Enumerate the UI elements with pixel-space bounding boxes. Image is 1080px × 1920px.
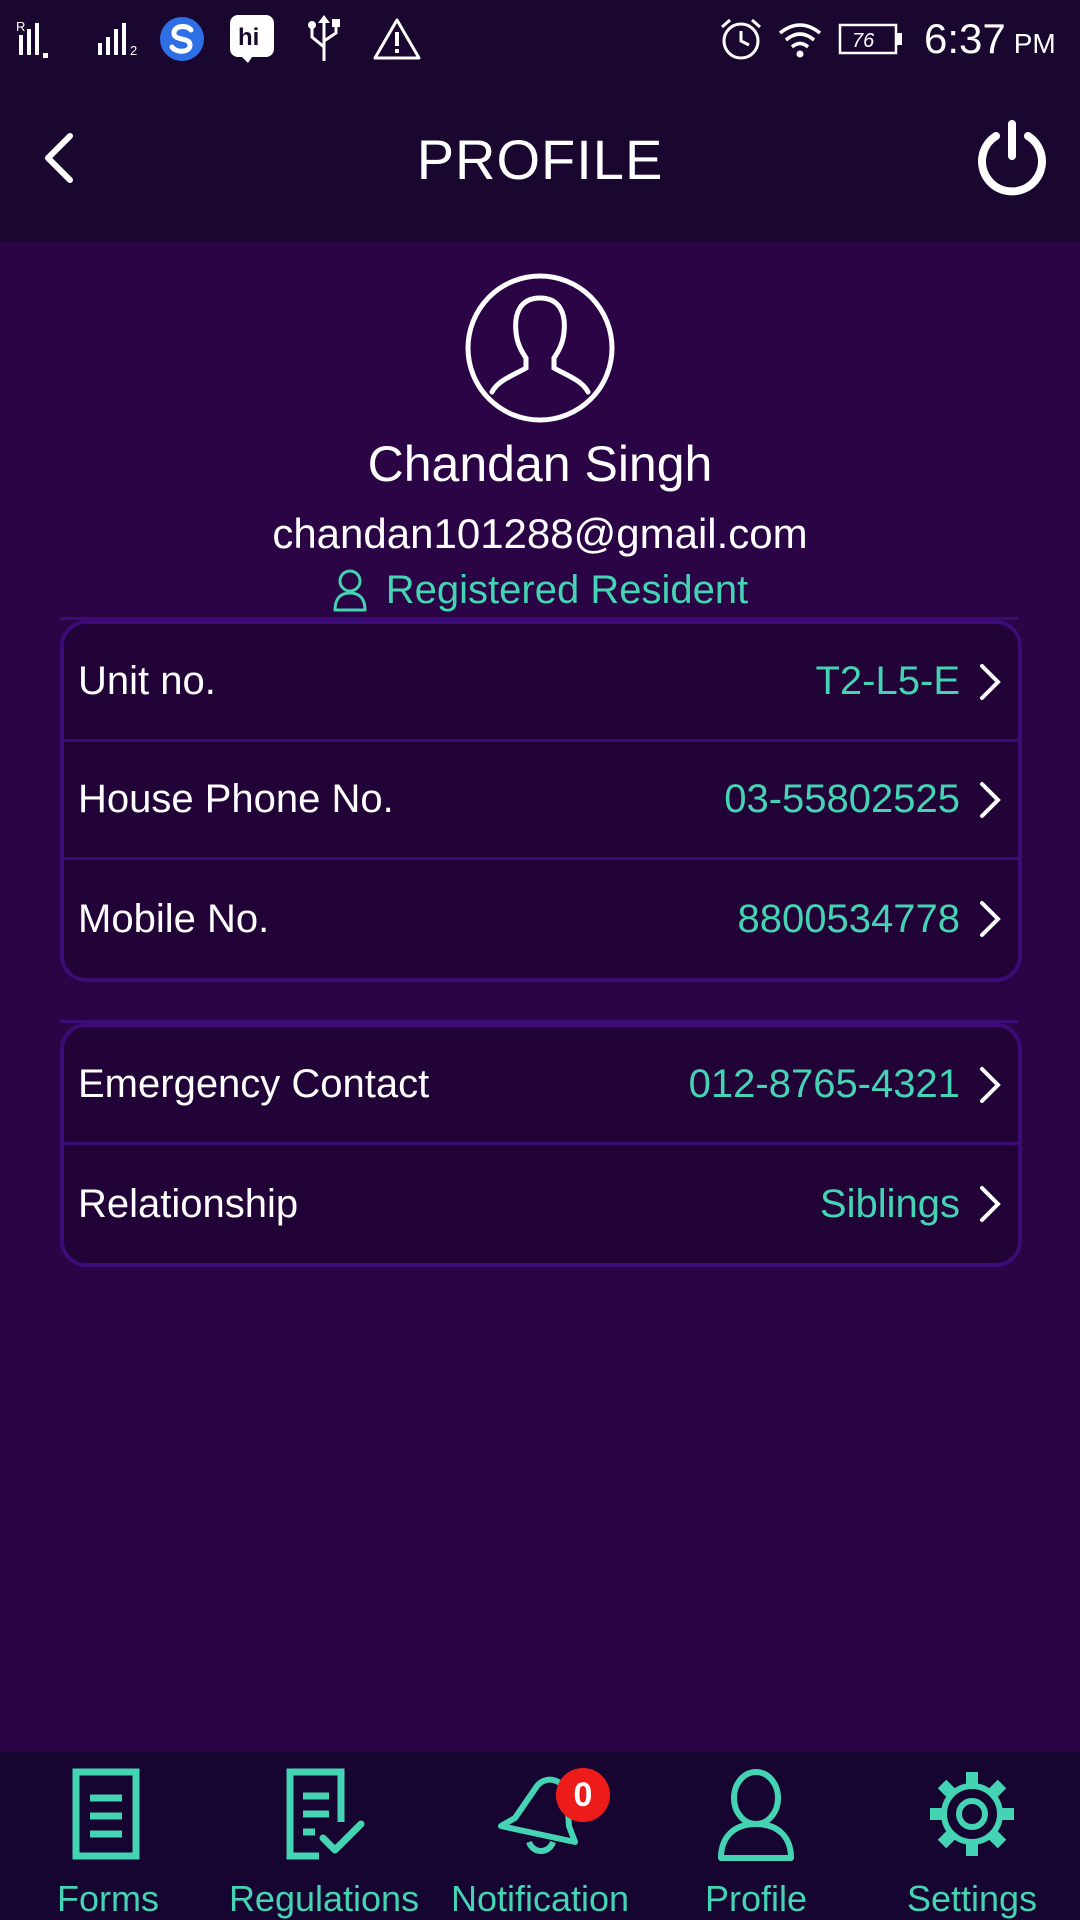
row-value: Siblings (819, 1181, 960, 1226)
battery-icon: 76 (838, 0, 904, 78)
nav-label: Forms (57, 1878, 159, 1919)
nav-profile[interactable]: Profile (648, 1752, 864, 1920)
power-icon (978, 120, 1046, 196)
nav-regulations[interactable]: Regulations (216, 1752, 432, 1920)
gear-icon (930, 1772, 1014, 1856)
forms-icon (72, 1768, 140, 1860)
svg-text:R: R (16, 19, 25, 34)
regulations-icon (286, 1768, 365, 1860)
chevron-right-icon (980, 1066, 1001, 1103)
row-value: 03-55802525 (724, 777, 960, 821)
nav-label: Notification (450, 1878, 630, 1919)
svg-text:2: 2 (130, 43, 137, 58)
chevron-right-icon (980, 781, 1001, 818)
s-app-icon (158, 0, 206, 78)
chevron-right-icon (980, 1186, 1001, 1222)
user-role: Registered Resident (0, 560, 1080, 620)
profile-icon (718, 1769, 794, 1861)
nav-label: Profile (704, 1878, 808, 1919)
alarm-icon (718, 0, 764, 78)
notification-badge: 0 (556, 1768, 610, 1822)
user-email: chandan101288@gmail.com (272, 510, 808, 557)
nav-label: Regulations (228, 1878, 420, 1919)
emergency-card: Emergency Contact 012-8765-4321 Relation… (60, 1023, 1022, 1267)
row-value: 8800534778 (737, 896, 960, 941)
row-label: House Phone No. (78, 777, 394, 821)
emergency-contact-row[interactable]: Emergency Contact 012-8765-4321 (64, 1027, 1018, 1145)
usb-icon (304, 0, 344, 78)
mobile-no-row[interactable]: Mobile No. 8800534778 (64, 860, 1018, 978)
user-name: Chandan Singh (367, 436, 713, 492)
row-label: Relationship (78, 1181, 299, 1226)
clock-ampm: PM (1013, 28, 1056, 59)
row-label: Unit no. (78, 659, 216, 703)
chevron-right-icon (980, 663, 1001, 700)
signal-r-icon: R (16, 0, 64, 78)
nav-notification[interactable]: 0 Notification (432, 1752, 648, 1920)
nav-label: Settings (906, 1878, 1038, 1919)
svg-text:hi: hi (238, 24, 259, 51)
warning-icon (372, 0, 422, 78)
clock: 6:37 PM (924, 0, 1056, 78)
status-bar: R 2 hi 76 6:37 PM (0, 0, 1080, 78)
row-label: Emergency Contact (78, 1062, 430, 1106)
signal-2-icon: 2 (96, 0, 148, 78)
page-title: PROFILE (416, 128, 664, 191)
avatar[interactable] (464, 272, 616, 424)
person-icon (333, 569, 367, 612)
logout-button[interactable] (970, 116, 1054, 200)
hi-app-icon: hi (228, 0, 276, 78)
clock-time: 6:37 (924, 15, 1006, 62)
row-value: T2-L5-E (815, 659, 961, 703)
relationship-row[interactable]: Relationship Siblings (64, 1145, 1018, 1263)
app-bar: PROFILE (0, 78, 1080, 242)
nav-settings[interactable]: Settings (864, 1752, 1080, 1920)
unit-no-row[interactable]: Unit no. T2-L5-E (64, 624, 1018, 742)
wifi-icon (776, 0, 824, 78)
user-avatar-icon (465, 273, 615, 423)
bottom-nav: Forms Regulations 0 Notification Profile (0, 1752, 1080, 1920)
svg-text:76: 76 (852, 30, 875, 52)
row-label: Mobile No. (78, 896, 270, 941)
house-phone-row[interactable]: House Phone No. 03-55802525 (64, 742, 1018, 860)
details-card: Unit no. T2-L5-E House Phone No. 03-5580… (60, 620, 1022, 982)
chevron-right-icon (980, 901, 1001, 937)
nav-forms[interactable]: Forms (0, 1752, 216, 1920)
row-value: 012-8765-4321 (688, 1062, 960, 1106)
user-role-label: Registered Resident (385, 567, 749, 612)
